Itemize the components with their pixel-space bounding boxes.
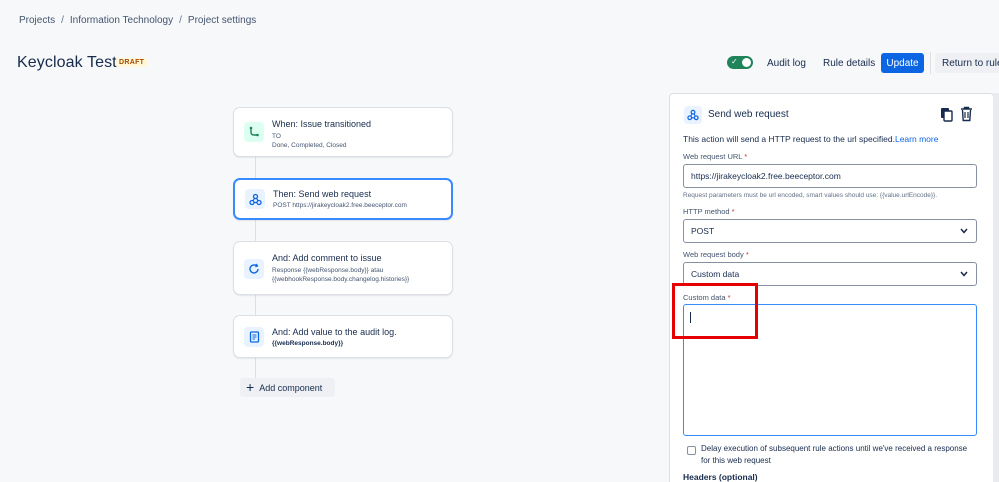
url-hint: Request parameters must be url encoded, …: [683, 192, 938, 199]
breadcrumb-separator: /: [179, 15, 182, 26]
chevron-down-icon: [960, 228, 968, 234]
description-text: This action will send a HTTP request to …: [683, 134, 895, 144]
rule-enabled-toggle[interactable]: ✓: [727, 56, 753, 69]
page-title: Keycloak Test: [17, 54, 117, 71]
refresh-icon: [244, 259, 264, 279]
url-label-text: Web request URL: [683, 152, 743, 161]
return-to-rules-button[interactable]: Return to rules: [935, 53, 999, 73]
url-value: https://jirakeycloak2.free.beeceptor.com: [691, 171, 841, 181]
action2-detail-line2: {{webhookResponse.body.changelog.histori…: [272, 276, 410, 283]
action1-title: Then: Send web request: [273, 189, 372, 199]
rule-details-button[interactable]: Rule details: [823, 53, 875, 73]
learn-more-link[interactable]: Learn more: [895, 134, 938, 144]
transition-icon: [244, 122, 264, 142]
method-value: POST: [691, 226, 715, 236]
method-label: HTTP method *: [683, 207, 735, 216]
header-divider: [930, 52, 931, 74]
action1-detail: POST https://jirakeycloak2.free.beecepto…: [273, 202, 407, 209]
action2-detail-line1: Response {{webResponse.body}} atau: [272, 267, 384, 274]
method-label-text: HTTP method: [683, 207, 730, 216]
plus-icon: +: [246, 379, 255, 395]
required-mark: *: [745, 250, 749, 259]
required-mark: *: [744, 152, 748, 161]
body-label-text: Web request body: [683, 250, 744, 259]
required-mark: *: [731, 207, 735, 216]
add-component-label: Add component: [259, 382, 323, 393]
url-label: Web request URL *: [683, 152, 747, 161]
delay-execution-label[interactable]: Delay execution of subsequent rule actio…: [701, 443, 971, 467]
trigger-to-label: TO: [272, 133, 281, 140]
trigger-card[interactable]: When: Issue transitioned TO Done, Comple…: [233, 107, 453, 157]
action-audit-log-card[interactable]: And: Add value to the audit log. {{webRe…: [233, 315, 453, 358]
body-label: Web request body *: [683, 250, 749, 259]
status-badge: DRAFT: [116, 58, 148, 67]
update-button[interactable]: Update: [881, 53, 924, 73]
add-component-button[interactable]: + Add component: [240, 378, 335, 397]
action2-title: And: Add comment to issue: [272, 253, 382, 263]
document-icon: [244, 327, 264, 347]
copy-icon[interactable]: [940, 107, 953, 127]
panel-description: This action will send a HTTP request to …: [683, 134, 938, 144]
breadcrumb-projects[interactable]: Projects: [19, 15, 55, 26]
headers-section-title[interactable]: Headers (optional): [683, 472, 758, 482]
webhook-icon: [245, 189, 265, 209]
action-add-comment-card[interactable]: And: Add comment to issue Response {{web…: [233, 241, 453, 295]
annotation-highlight-box: [672, 283, 758, 339]
breadcrumb-project-settings[interactable]: Project settings: [188, 15, 256, 26]
check-icon: ✓: [731, 57, 738, 66]
body-value: Custom data: [691, 269, 740, 279]
action-send-web-request-card[interactable]: Then: Send web request POST https://jira…: [233, 178, 453, 220]
panel-scrollbar[interactable]: [993, 93, 999, 482]
breadcrumb: Projects / Information Technology / Proj…: [19, 15, 256, 26]
breadcrumb-information-technology[interactable]: Information Technology: [70, 15, 173, 26]
trash-icon[interactable]: [960, 106, 973, 127]
audit-log-button[interactable]: Audit log: [767, 53, 806, 73]
http-method-select[interactable]: POST: [683, 219, 977, 243]
breadcrumb-separator: /: [61, 15, 64, 26]
web-request-url-input[interactable]: https://jirakeycloak2.free.beeceptor.com: [683, 164, 977, 188]
delay-execution-checkbox[interactable]: [687, 446, 696, 455]
chevron-down-icon: [960, 271, 968, 277]
trigger-title: When: Issue transitioned: [272, 119, 372, 129]
action3-title: And: Add value to the audit log.: [272, 327, 397, 337]
toggle-knob: [742, 58, 751, 67]
action3-detail: {{webResponse.body}}: [272, 340, 344, 347]
panel-title: Send web request: [708, 109, 789, 120]
webhook-icon: [684, 106, 702, 124]
trigger-to-values: Done, Completed, Closed: [272, 142, 347, 149]
